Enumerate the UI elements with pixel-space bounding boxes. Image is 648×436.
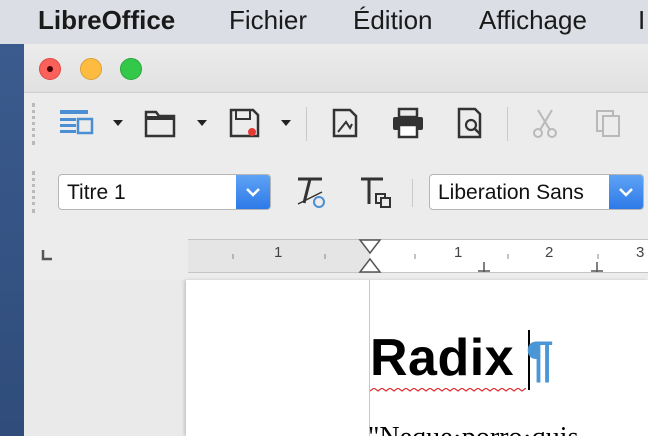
paragraph-style-combo[interactable]: Titre 1 [58,174,271,210]
new-style-button[interactable] [352,171,396,211]
sidebar-dropdown-button[interactable] [112,118,124,128]
copy-button[interactable] [586,103,630,143]
open-dropdown-button[interactable] [196,118,208,128]
save-dropdown-button[interactable] [280,118,292,128]
cut-button[interactable] [523,103,567,143]
indent-marker-icon[interactable] [358,239,382,273]
print-icon [393,107,423,139]
spellcheck-underline [370,388,526,392]
print-button[interactable] [386,103,430,143]
toolbar-separator [412,179,413,207]
formatting-toolbar: Titre 1 Liberation Sans [24,155,648,229]
ruler-label: 1 [454,244,463,261]
chevron-down-icon [246,187,260,197]
print-preview-icon [457,107,482,139]
desktop-background [0,44,24,436]
menu-fichier[interactable]: Fichier [229,5,307,36]
paragraph-style-dropdown[interactable] [236,175,270,209]
paragraph-style-value: Titre 1 [67,181,126,204]
font-name-value: Liberation Sans [438,181,584,204]
toolbar-separator [306,107,307,141]
open-folder-icon [144,110,176,138]
chevron-down-icon [197,120,207,126]
menu-affichage[interactable]: Affichage [479,5,587,36]
open-button[interactable] [138,103,182,143]
tab-stop-left-icon[interactable] [40,248,54,262]
update-style-button[interactable] [288,171,332,211]
toolbar-grip[interactable] [32,103,41,145]
copy-icon [596,110,620,137]
app-window: Titre 1 Liberation Sans 1 1 2 3 Radix ¶ [24,44,648,436]
chevron-down-icon [113,120,123,126]
print-preview-button[interactable] [448,103,492,143]
ruler-label: 3 [636,244,645,261]
save-button[interactable] [222,103,266,143]
export-pdf-icon [332,108,358,138]
close-window-button[interactable] [39,58,61,80]
standard-toolbar [24,93,648,155]
ruler-ticks [232,254,603,272]
menu-edition[interactable]: Édition [353,5,433,36]
font-name-combo[interactable]: Liberation Sans [429,174,644,210]
cut-icon [533,109,557,138]
menu-insertion[interactable]: I [638,5,645,36]
ruler-area: 1 1 2 3 [24,230,648,280]
horizontal-ruler[interactable]: 1 1 2 3 [188,239,648,273]
save-icon [229,108,260,138]
new-style-icon [361,177,391,208]
sidebar-toggle-button[interactable] [54,103,98,143]
sidebar-toggle-icon [60,110,94,135]
chevron-down-icon [619,187,633,197]
paragraph-mark: ¶ [526,331,554,387]
title-bar[interactable] [24,44,648,93]
chevron-down-icon [281,120,291,126]
document-heading[interactable]: Radix [370,328,514,388]
export-pdf-button[interactable] [322,103,366,143]
toolbar-grip[interactable] [32,171,41,213]
document-body-text[interactable]: "Neque·porro·quis [368,422,578,436]
minimize-window-button[interactable] [80,58,102,80]
ruler-label: 1 [274,244,283,261]
menu-app-name[interactable]: LibreOffice [38,5,175,36]
ruler-label: 2 [545,244,554,261]
update-style-icon [297,177,325,208]
zoom-window-button[interactable] [120,58,142,80]
font-name-dropdown[interactable] [609,175,643,209]
document-area: Radix ¶ "Neque·porro·quis [24,280,648,436]
menu-bar: LibreOffice Fichier Édition Affichage I [0,0,648,45]
toolbar-separator [507,107,508,141]
document-page[interactable]: Radix ¶ "Neque·porro·quis [186,280,648,436]
